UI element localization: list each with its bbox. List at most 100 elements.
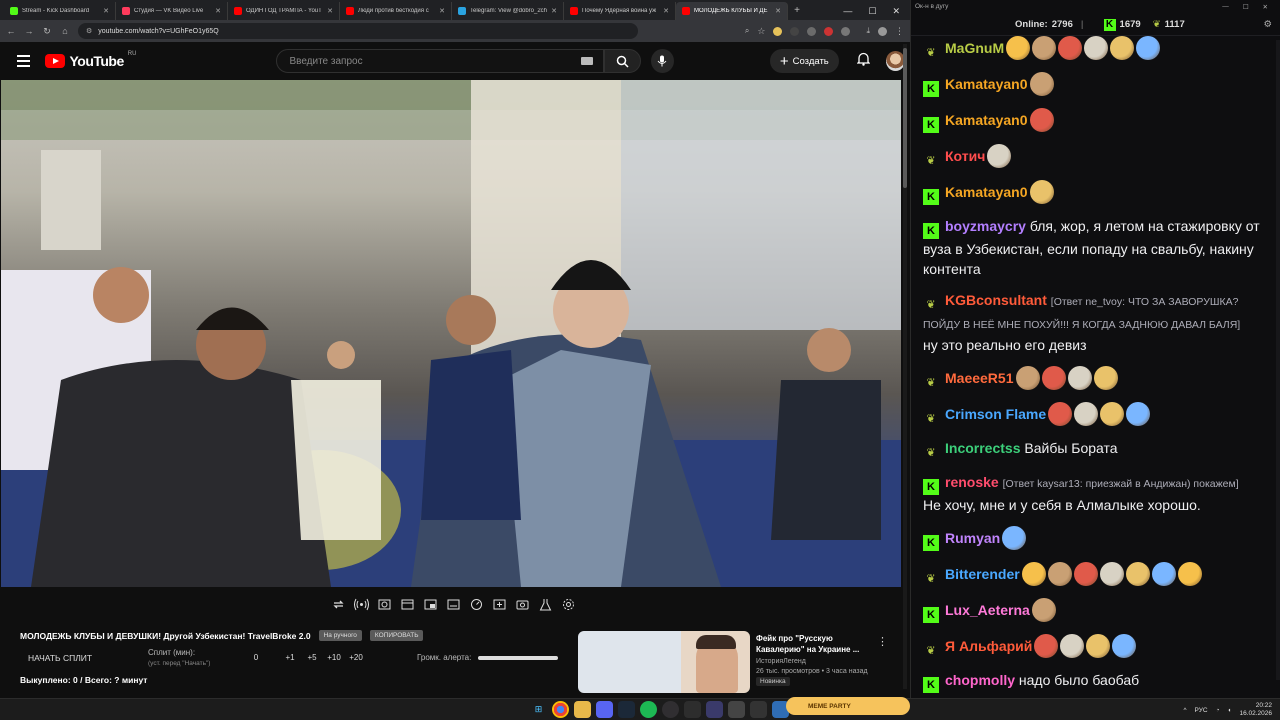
- obs-icon[interactable]: [662, 701, 679, 718]
- clock[interactable]: 20:22 16.02.2026: [1239, 702, 1272, 718]
- steam-icon[interactable]: [618, 701, 635, 718]
- create-button[interactable]: + Создать: [769, 49, 839, 73]
- recommended-video[interactable]: Фейк про "Русскую Кавалерию" на Украине …: [578, 631, 898, 693]
- app-icon[interactable]: [728, 701, 745, 718]
- chat-username[interactable]: Я Альфарий: [945, 638, 1032, 654]
- film-icon[interactable]: [399, 596, 416, 613]
- app-icon[interactable]: [684, 701, 701, 718]
- browser-tab[interactable]: Telegram: View @dobro_2ch ✕: [452, 2, 564, 20]
- chat-username[interactable]: Котич: [945, 148, 985, 164]
- search-button[interactable]: [604, 49, 641, 73]
- browser-tab[interactable]: МОЛОДЕЖЬ КЛУБЫ И ДЕ ✕: [676, 2, 788, 20]
- new-tab-button[interactable]: +: [788, 2, 806, 20]
- folder-icon[interactable]: [574, 701, 591, 718]
- notifications-button[interactable]: [856, 52, 871, 71]
- youtube-logo[interactable]: YouTube RU: [45, 51, 136, 69]
- close-tab-icon[interactable]: ✕: [327, 7, 333, 15]
- spotify-icon[interactable]: [640, 701, 657, 718]
- chat-username[interactable]: Lux_Aeterna: [945, 602, 1030, 618]
- browser-tab[interactable]: Stream - Kick Dashboard ✕: [4, 2, 116, 20]
- extension-icon[interactable]: [824, 26, 834, 36]
- chat-username[interactable]: renoske: [945, 474, 999, 490]
- close-tab-icon[interactable]: ✕: [103, 7, 109, 15]
- chat-username[interactable]: boyzmaycry: [945, 218, 1026, 234]
- chat-username[interactable]: Incorrectss: [945, 440, 1020, 456]
- profile-icon[interactable]: [878, 26, 887, 36]
- start-split-button[interactable]: НАЧАТЬ СПЛИТ: [28, 653, 92, 663]
- app-icon[interactable]: [706, 701, 723, 718]
- chat-username[interactable]: Crimson Flame: [945, 406, 1046, 422]
- screenshot-icon[interactable]: [376, 596, 393, 613]
- close-tab-icon[interactable]: ✕: [439, 7, 445, 15]
- forward-icon[interactable]: →: [24, 26, 34, 36]
- close-window-icon[interactable]: ✕: [892, 6, 900, 17]
- app-icon[interactable]: [750, 701, 767, 718]
- manual-pill[interactable]: На ручного: [318, 630, 362, 641]
- zoom-icon[interactable]: ⌕: [745, 26, 749, 36]
- camera-icon[interactable]: [514, 596, 531, 613]
- add-frame-icon[interactable]: [491, 596, 508, 613]
- extension-icon[interactable]: [790, 26, 800, 36]
- start-icon[interactable]: ⊞: [530, 701, 547, 718]
- browser-tab[interactable]: Студия — VK Видео Live ✕: [116, 2, 228, 20]
- extension-icon[interactable]: [807, 26, 817, 36]
- wifi-icon[interactable]: ◔: [1216, 707, 1220, 714]
- discord-icon[interactable]: [596, 701, 613, 718]
- minimize-icon[interactable]: —: [843, 6, 852, 16]
- keyboard-icon[interactable]: [581, 57, 594, 65]
- settings-icon[interactable]: [560, 596, 577, 613]
- site-info-icon[interactable]: ⚙: [86, 27, 92, 35]
- browser-tab[interactable]: Люди против бесткодия с ✕: [340, 2, 452, 20]
- menu-icon[interactable]: [17, 55, 31, 67]
- back-icon[interactable]: ←: [6, 26, 16, 36]
- page-scrollbar[interactable]: [903, 44, 907, 689]
- flask-icon[interactable]: [537, 596, 554, 613]
- close-tab-icon[interactable]: ✕: [663, 7, 669, 15]
- close-tab-icon[interactable]: ✕: [215, 7, 221, 15]
- close-window-icon[interactable]: ✕: [1263, 3, 1268, 11]
- more-options-icon[interactable]: ⋮: [877, 635, 888, 648]
- split-value-button[interactable]: 0: [245, 653, 267, 662]
- lang-indicator[interactable]: РУС: [1195, 707, 1208, 714]
- loop-icon[interactable]: [330, 596, 347, 613]
- browser-tab[interactable]: Почему Ядерная война уж ✕: [564, 2, 676, 20]
- browser-tab[interactable]: ОДИН ГОД ТРАМПА - YouT ✕: [228, 2, 340, 20]
- recommended-title[interactable]: Фейк про "Русскую Кавалерию" на Украине …: [756, 633, 876, 655]
- voice-search-button[interactable]: [650, 49, 674, 73]
- video-player[interactable]: [1, 80, 901, 587]
- address-bar[interactable]: ⚙ youtube.com/watch?v=UGhFeO1y65Q: [78, 23, 638, 39]
- chrome-icon[interactable]: [552, 701, 569, 718]
- chat-username[interactable]: Kamatayan0: [945, 184, 1028, 200]
- chevron-up-icon[interactable]: ^: [1183, 707, 1186, 714]
- pip-icon[interactable]: [422, 596, 439, 613]
- maximize-icon[interactable]: ☐: [1243, 3, 1249, 11]
- recommended-channel[interactable]: ИсторияЛегенд: [756, 658, 898, 665]
- chat-username[interactable]: MaeeeR51: [945, 370, 1014, 386]
- broadcast-icon[interactable]: [353, 596, 370, 613]
- split-value-button[interactable]: +5: [301, 653, 323, 662]
- chat-scrollbar[interactable]: [1276, 40, 1280, 680]
- menu-dots-icon[interactable]: ⋮: [895, 26, 904, 37]
- video-thumbnail[interactable]: [578, 631, 750, 693]
- puzzle-icon[interactable]: [841, 26, 851, 36]
- search-input[interactable]: Введите запрос: [276, 49, 605, 73]
- maximize-icon[interactable]: ☐: [868, 6, 876, 17]
- subtitles-icon[interactable]: [445, 596, 462, 613]
- chat-username[interactable]: Rumyan: [945, 530, 1000, 546]
- close-tab-icon[interactable]: ✕: [551, 7, 557, 15]
- chat-username[interactable]: MaGnuM: [945, 40, 1004, 56]
- chat-username[interactable]: KGBconsultant: [945, 292, 1047, 308]
- meme-party-widget[interactable]: MEME PARTY: [786, 697, 910, 715]
- split-value-button[interactable]: +1: [279, 653, 301, 662]
- minimize-icon[interactable]: —: [1222, 3, 1229, 11]
- alert-volume-slider[interactable]: [478, 656, 558, 660]
- split-value-button[interactable]: +20: [345, 653, 367, 662]
- gear-icon[interactable]: ⚙: [1263, 19, 1272, 30]
- chat-username[interactable]: Kamatayan0: [945, 76, 1028, 92]
- home-icon[interactable]: ⌂: [60, 26, 70, 36]
- volume-icon[interactable]: ◖: [1228, 707, 1232, 714]
- bookmark-star-icon[interactable]: ☆: [757, 26, 765, 37]
- reload-icon[interactable]: ↻: [42, 26, 52, 37]
- split-value-button[interactable]: +10: [323, 653, 345, 662]
- close-tab-icon[interactable]: ✕: [775, 7, 781, 15]
